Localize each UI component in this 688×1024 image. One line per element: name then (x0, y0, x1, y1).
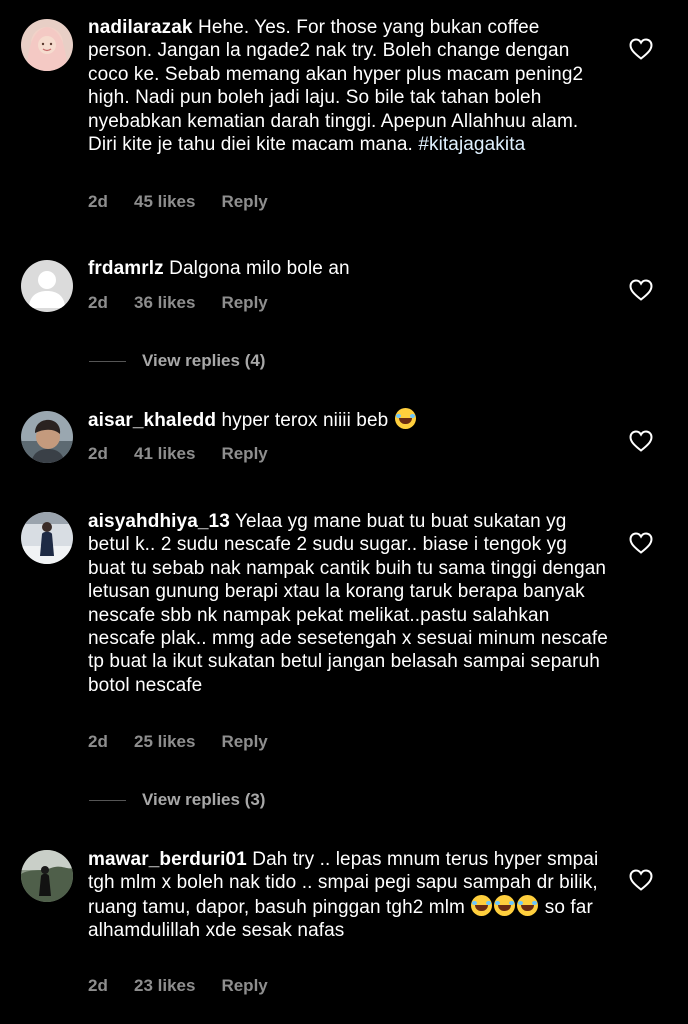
comment-body: aisyahdhiya_13 Yelaa yg mane buat tu bua… (88, 510, 608, 697)
man-avatar-icon (21, 411, 73, 463)
comment-username[interactable]: mawar_berduri01 (88, 849, 247, 870)
heart-icon[interactable] (629, 532, 653, 554)
comment-body: nadilarazak Hehe. Yes. For those yang bu… (88, 16, 608, 156)
rofl-emoji-icon (494, 894, 516, 916)
comment-likes[interactable]: 23 likes (134, 976, 195, 996)
reply-button[interactable]: Reply (221, 444, 267, 464)
comment-text: hyper terox niiii beb (221, 410, 389, 431)
reply-button[interactable]: Reply (221, 192, 267, 212)
hijab-woman-avatar-icon (21, 19, 73, 71)
heart-icon[interactable] (629, 430, 653, 452)
comment-hashtag[interactable]: #kitajagakita (418, 134, 525, 155)
comment-username[interactable]: frdamrlz (88, 258, 164, 279)
comment-text: Dalgona milo bole an (169, 258, 350, 279)
comment-likes[interactable]: 36 likes (134, 293, 195, 313)
reply-button[interactable]: Reply (221, 732, 267, 752)
reply-button[interactable]: Reply (221, 293, 267, 313)
comment-username[interactable]: aisar_khaledd (88, 410, 216, 431)
comment-body: mawar_berduri01 Dah try .. lepas mnum te… (88, 848, 608, 943)
comment-username[interactable]: nadilarazak (88, 17, 193, 38)
comment-age: 2d (88, 976, 108, 995)
avatar[interactable] (21, 260, 73, 312)
avatar[interactable] (21, 411, 73, 463)
avatar[interactable] (21, 19, 73, 71)
outdoor-photo-avatar-icon (21, 850, 73, 902)
comment-age: 2d (88, 293, 108, 312)
replies-divider (89, 360, 126, 362)
comment-meta: 2d 36 likes Reply (88, 293, 268, 313)
avatar[interactable] (21, 850, 73, 902)
comment-age: 2d (88, 444, 108, 463)
comment-age: 2d (88, 192, 108, 211)
heart-icon[interactable] (629, 38, 653, 60)
comment-body: aisar_khaledd hyper terox niiii beb (88, 408, 608, 432)
laughing-emoji-icon (394, 408, 416, 429)
default-user-avatar-icon (21, 260, 73, 312)
heart-icon[interactable] (629, 869, 653, 891)
view-replies-label[interactable]: View replies (3) (142, 790, 265, 810)
snow-photo-avatar-icon (21, 512, 73, 564)
view-replies-button[interactable]: View replies (4) (89, 351, 265, 371)
view-replies-button[interactable]: View replies (3) (89, 790, 265, 810)
comment-likes[interactable]: 41 likes (134, 444, 195, 464)
reply-button[interactable]: Reply (221, 976, 267, 996)
comment-likes[interactable]: 45 likes (134, 192, 195, 212)
rofl-emoji-icon (517, 894, 539, 916)
replies-divider (89, 799, 126, 801)
comment-meta: 2d 25 likes Reply (88, 732, 268, 752)
rofl-emoji-icon (471, 894, 493, 916)
heart-icon[interactable] (629, 279, 653, 301)
comment-meta: 2d 23 likes Reply (88, 976, 268, 996)
comment-meta: 2d 45 likes Reply (88, 192, 268, 212)
comment-age: 2d (88, 732, 108, 751)
comment-meta: 2d 41 likes Reply (88, 444, 268, 464)
comment-username[interactable]: aisyahdhiya_13 (88, 511, 230, 532)
comment-body: frdamrlz Dalgona milo bole an (88, 257, 608, 280)
view-replies-label[interactable]: View replies (4) (142, 351, 265, 371)
comment-likes[interactable]: 25 likes (134, 732, 195, 752)
avatar[interactable] (21, 512, 73, 564)
comment-text: Yelaa yg mane buat tu buat sukatan yg be… (88, 511, 608, 696)
